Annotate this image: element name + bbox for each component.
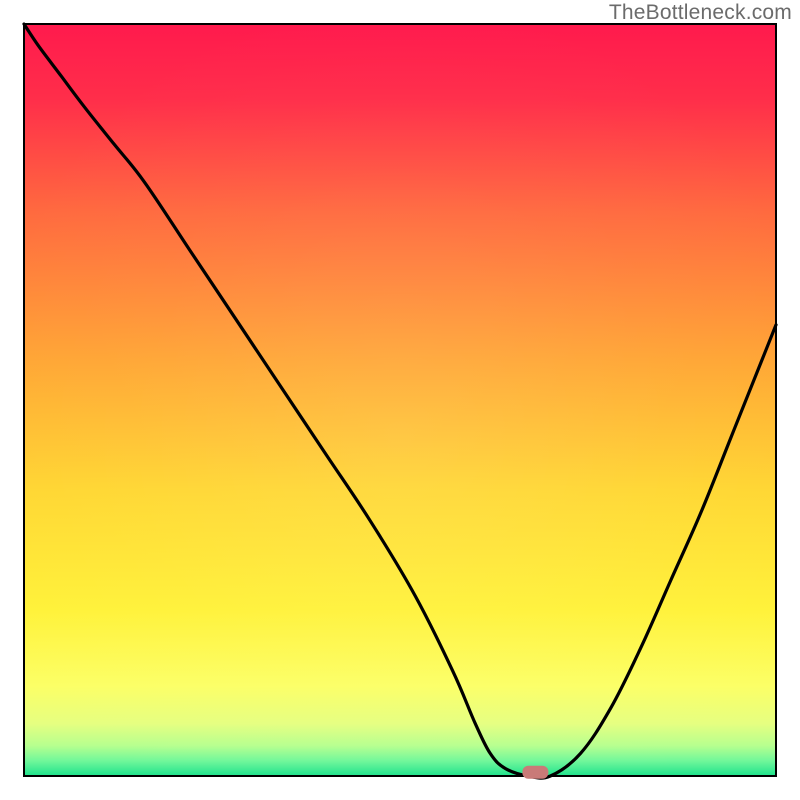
optimal-marker [522,766,548,779]
plot-area [24,24,776,776]
watermark-text: TheBottleneck.com [609,1,792,25]
bottleneck-curve-chart [0,0,800,800]
